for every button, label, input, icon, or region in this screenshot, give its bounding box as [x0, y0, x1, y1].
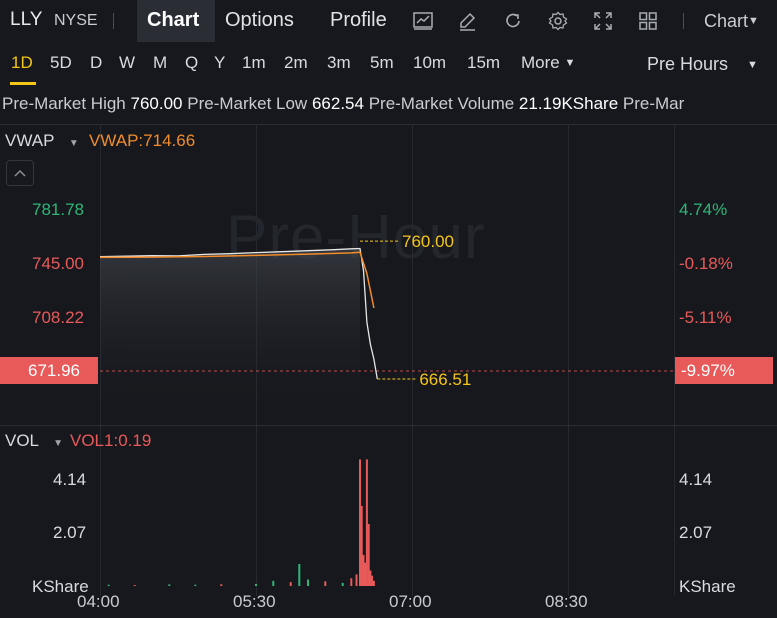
volume-bar — [255, 583, 257, 586]
x-tick-label: 07:00 — [389, 592, 432, 611]
period-y[interactable]: Y — [214, 53, 225, 73]
tab-profile[interactable]: Profile — [330, 9, 387, 32]
premarket-high-value: 760.00 — [130, 94, 183, 113]
price-area — [100, 248, 360, 424]
premarket-volume-label: Pre-Market Volume — [368, 94, 515, 113]
volume-bar — [365, 459, 368, 586]
volume-chart — [107, 459, 375, 586]
period-3m[interactable]: 3m — [327, 53, 351, 73]
volume-bar — [220, 584, 223, 586]
period-10m[interactable]: 10m — [413, 53, 446, 73]
premarket-volume-value: 21.19KShare — [518, 94, 619, 113]
session-label: Pre Hours — [647, 54, 729, 74]
period-5m[interactable]: 5m — [370, 53, 394, 73]
settings-icon[interactable] — [547, 10, 569, 32]
period-d[interactable]: D — [90, 53, 102, 73]
more-label: More — [521, 53, 560, 72]
volume-bar — [350, 578, 353, 586]
ticker-symbol: LLY — [10, 9, 43, 30]
volume-bar — [341, 582, 344, 586]
period-w[interactable]: W — [119, 53, 135, 73]
volume-bar — [355, 574, 358, 586]
period-1m[interactable]: 1m — [242, 53, 266, 73]
premarket-info-row: Pre-Market High 760.00 Pre-Market Low 66… — [2, 94, 684, 114]
volume-bar — [289, 582, 292, 586]
caret-down-icon: ▼ — [747, 59, 758, 71]
volume-bar — [194, 584, 197, 586]
volume-bar — [360, 505, 363, 586]
period-q[interactable]: Q — [185, 53, 198, 73]
period-1d[interactable]: 1D — [11, 53, 33, 73]
layout-grid-icon[interactable] — [637, 10, 659, 32]
active-period-indicator — [10, 82, 36, 85]
price-chart: 760.00 666.51 — [99, 232, 674, 424]
volume-bar — [371, 575, 374, 586]
x-tick-label: 04:00 — [77, 592, 120, 611]
volume-bar — [372, 580, 375, 586]
chart-style-icon[interactable] — [412, 10, 434, 32]
annotation-label: 666.51 — [419, 370, 471, 389]
exchange-label: NYSE — [54, 12, 98, 29]
chart-menu-label: Chart — [704, 11, 749, 31]
annotation-label: 760.00 — [402, 232, 454, 251]
tab-options[interactable]: Options — [225, 9, 294, 32]
fullscreen-icon[interactable] — [592, 10, 614, 32]
refresh-icon[interactable] — [502, 10, 524, 32]
x-tick-label: 08:30 — [545, 592, 588, 611]
volume-bar — [307, 579, 309, 586]
volume-bar — [324, 581, 327, 586]
premarket-low-value: 662.54 — [311, 94, 364, 113]
premarket-trailing-label: Pre-Mar — [622, 94, 685, 113]
period-2m[interactable]: 2m — [284, 53, 308, 73]
period-more-menu[interactable]: More ▼ — [521, 53, 575, 73]
premarket-high-label: Pre-Market High — [2, 94, 126, 113]
volume-bar — [272, 580, 275, 586]
period-m[interactable]: M — [153, 53, 167, 73]
session-selector[interactable]: Pre Hours ▼ — [647, 54, 758, 75]
x-tick-label: 05:30 — [233, 592, 276, 611]
volume-bar — [298, 564, 301, 586]
top-bar — [0, 0, 777, 42]
period-15m[interactable]: 15m — [467, 53, 500, 73]
chart-type-menu[interactable]: Chart▼ — [704, 11, 759, 32]
volume-bar — [133, 585, 136, 586]
caret-down-icon: ▼ — [564, 57, 576, 69]
volume-bar — [107, 584, 110, 586]
tab-chart[interactable]: Chart — [147, 9, 199, 32]
header-divider-2 — [683, 13, 684, 29]
draw-icon[interactable] — [456, 10, 478, 32]
volume-bar — [168, 584, 171, 586]
period-5d[interactable]: 5D — [50, 53, 72, 73]
chevron-down-icon: ▼ — [748, 15, 759, 27]
premarket-low-label: Pre-Market Low — [187, 94, 308, 113]
header-divider — [113, 13, 114, 29]
